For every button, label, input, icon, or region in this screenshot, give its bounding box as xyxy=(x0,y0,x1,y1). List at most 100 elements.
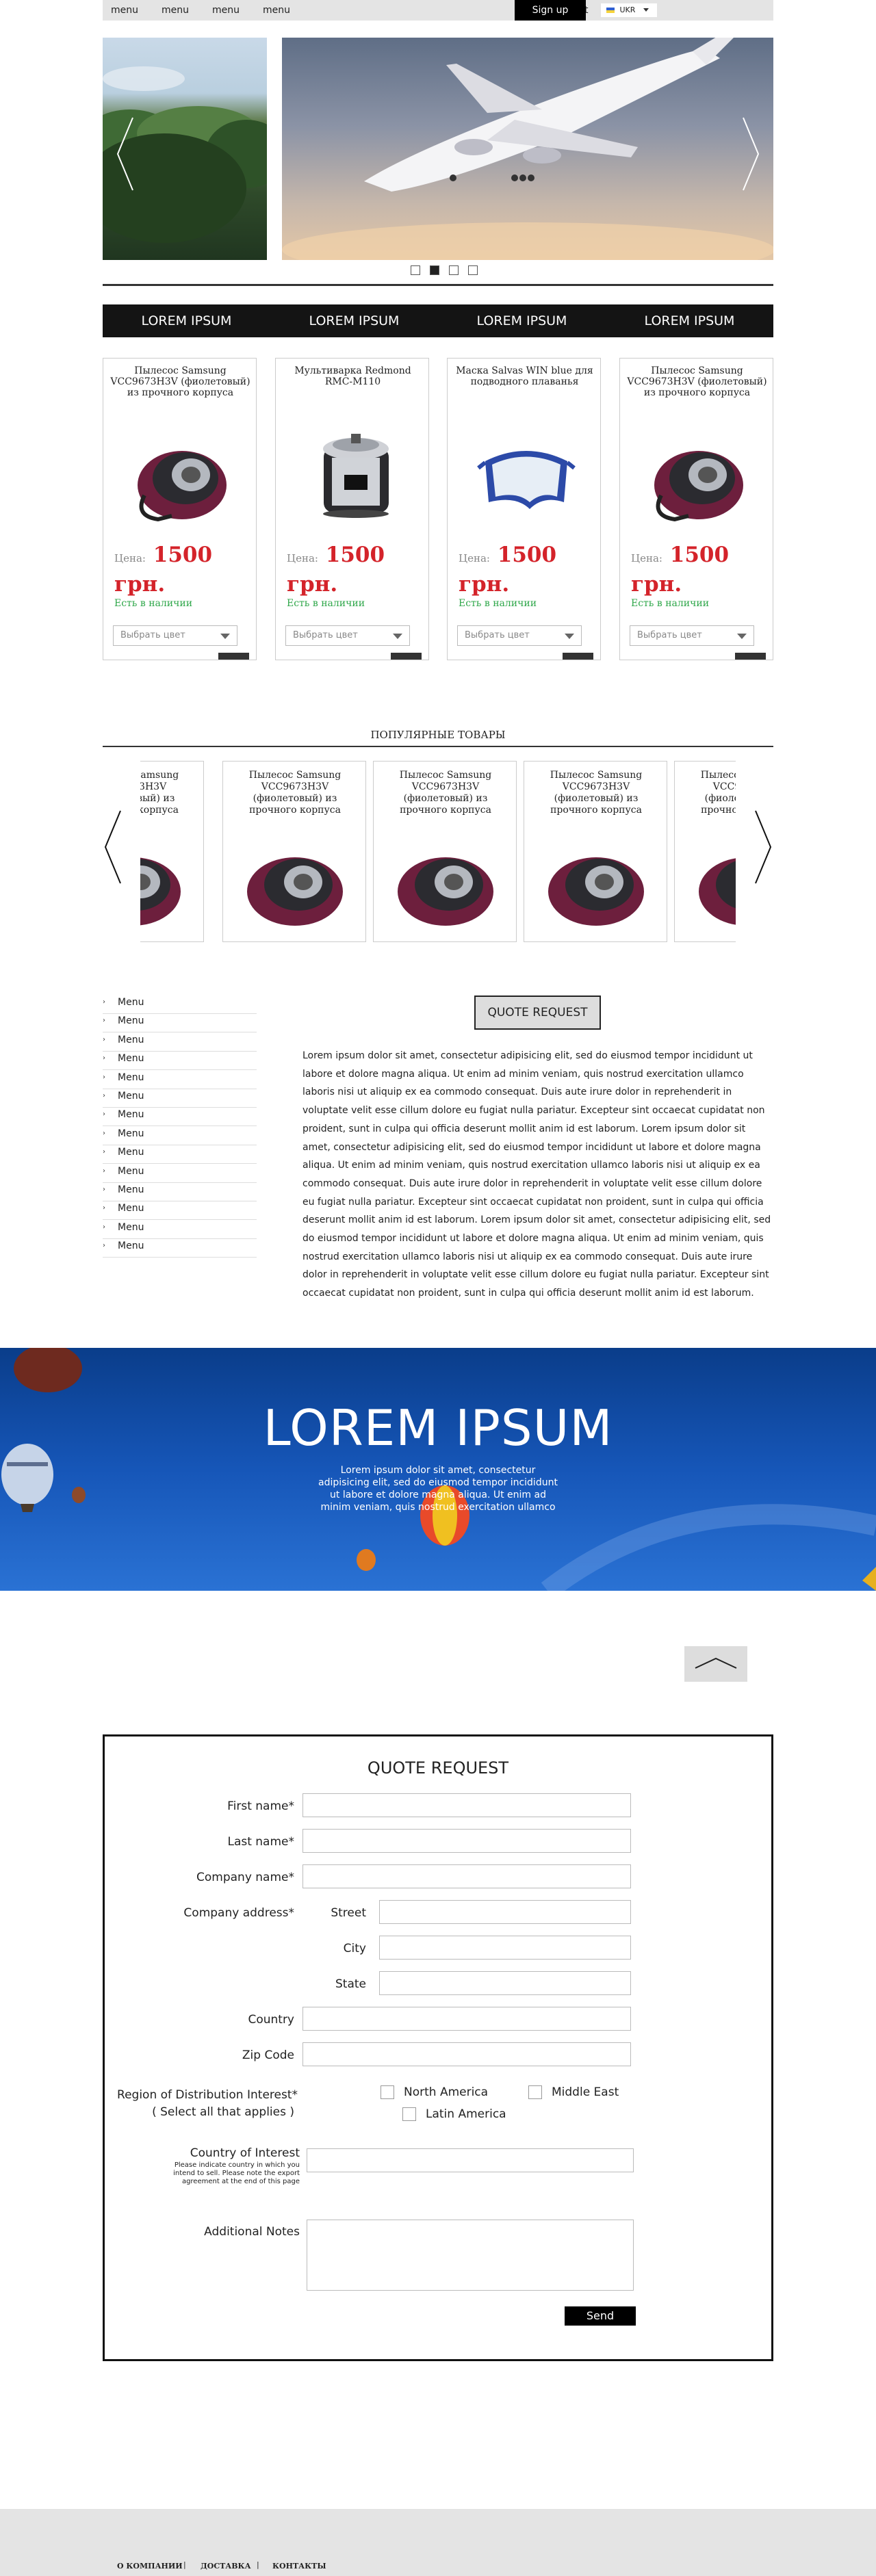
scroll-to-top-button[interactable] xyxy=(684,1646,747,1682)
chevron-down-icon xyxy=(737,634,747,639)
popular-product-name[interactable]: Пылесос Samsung VCC9673H3V (фиолетовый) … xyxy=(381,770,511,816)
sidebar-menu-item[interactable]: › Menu xyxy=(103,1071,257,1089)
price-label: Цена: xyxy=(287,552,318,564)
quote-request-button[interactable]: QUOTE REQUEST xyxy=(474,996,601,1030)
sidebar-menu-label: Menu xyxy=(118,1053,144,1065)
slider-dot-active[interactable] xyxy=(430,265,439,275)
sidebar-menu-label: Menu xyxy=(118,1071,144,1083)
add-to-cart-button[interactable] xyxy=(391,653,422,660)
slider-dot[interactable] xyxy=(411,265,420,275)
send-button[interactable]: Send xyxy=(565,2306,636,2326)
nav-item[interactable]: LOREM IPSUM xyxy=(270,304,438,337)
country-of-interest-input[interactable] xyxy=(307,2148,634,2172)
country-input[interactable] xyxy=(302,2007,631,2031)
sidebar-menu-item[interactable]: › Menu xyxy=(103,1014,257,1033)
language-label: UKR xyxy=(619,5,636,14)
last-name-input[interactable] xyxy=(302,1829,631,1853)
add-to-cart-button[interactable] xyxy=(563,653,593,660)
add-to-cart-button[interactable] xyxy=(218,653,249,660)
slider-dot[interactable] xyxy=(449,265,459,275)
product-price: Цена: 1500 грн. xyxy=(631,542,768,597)
top-menu-item[interactable]: menu xyxy=(212,5,240,16)
sidebar-menu-item[interactable]: › Menu xyxy=(103,996,257,1014)
sidebar-menu-item[interactable]: › Menu xyxy=(103,1127,257,1145)
top-menu-item[interactable]: menu xyxy=(162,5,189,16)
product-name[interactable]: Пылесос Samsung VCC9673H3V (фиолетовый) … xyxy=(627,365,767,398)
slider-prev-arrow[interactable] xyxy=(115,116,136,192)
city-input[interactable] xyxy=(379,1936,631,1960)
chevron-down-icon xyxy=(220,634,230,639)
price-value: 1500 xyxy=(153,543,213,567)
slider-dot[interactable] xyxy=(468,265,478,275)
divider xyxy=(103,284,773,286)
product-name[interactable]: Пылесос Samsung VCC9673H3V (фиолетовый) … xyxy=(110,365,250,398)
price-label: Цена: xyxy=(114,552,146,564)
street-input[interactable] xyxy=(379,1900,631,1924)
footer-link-about[interactable]: О КОМПАНИИ xyxy=(117,2562,183,2571)
color-select[interactable]: Выбрать цвет xyxy=(630,625,754,646)
vacuum-cleaner-image xyxy=(398,857,493,926)
popular-product-name[interactable]: Пылесос Samsung VCC9673H3V (фиолетовый) … xyxy=(682,770,736,816)
country-of-interest-label: Country of Interest xyxy=(190,2146,300,2160)
product-card[interactable]: Пылесос Samsung VCC9673H3V (фиолетовый) … xyxy=(103,358,257,660)
sidebar-menu-item[interactable]: › Menu xyxy=(103,1052,257,1071)
product-name[interactable]: Маска Salvas WIN blue для подводного пла… xyxy=(454,365,595,387)
sidebar-menu-item[interactable]: › Menu xyxy=(103,1108,257,1127)
sidebar-menu-label: Menu xyxy=(118,1203,144,1214)
top-menu-item[interactable]: menu xyxy=(263,5,290,16)
popular-product-name[interactable]: Пылесос Samsung VCC9673H3V (фиолетовый) … xyxy=(230,770,360,816)
sidebar-menu-label: Menu xyxy=(118,997,144,1008)
sidebar-menu-item[interactable]: › Menu xyxy=(103,1183,257,1201)
state-input[interactable] xyxy=(379,1971,631,1995)
sidebar-menu-item[interactable]: › Menu xyxy=(103,1201,257,1221)
vacuum-cleaner-image xyxy=(247,857,343,926)
north-america-checkbox[interactable] xyxy=(381,2085,394,2099)
popular-card[interactable]: Пылесос Samsung VCC9673H3V (фиолетовый) … xyxy=(140,761,204,942)
sidebar-menu-item[interactable]: › Menu xyxy=(103,1165,257,1183)
product-name[interactable]: Мультиварка Redmond RMC-M110 xyxy=(283,365,423,387)
popular-product-name[interactable]: Пылесос Samsung VCC9673H3V (фиолетовый) … xyxy=(140,770,198,816)
color-select[interactable]: Выбрать цвет xyxy=(285,625,410,646)
first-name-input[interactable] xyxy=(302,1793,631,1817)
latin-america-checkbox[interactable] xyxy=(402,2107,416,2121)
popular-product-name[interactable]: Пылесос Samsung VCC9673H3V (фиолетовый) … xyxy=(531,770,661,816)
sidebar-menu-item[interactable]: › Menu xyxy=(103,1239,257,1258)
popular-card[interactable]: Пылесос Samsung VCC9673H3V (фиолетовый) … xyxy=(674,761,736,942)
top-menu-item[interactable]: menu xyxy=(111,5,138,16)
add-to-cart-button[interactable] xyxy=(735,653,766,660)
footer-separator: | xyxy=(183,2560,186,2569)
carousel-next-arrow[interactable] xyxy=(753,809,773,885)
sidebar-menu-item[interactable]: › Menu xyxy=(103,1089,257,1108)
sidebar-menu-item[interactable]: › Menu xyxy=(103,1145,257,1165)
nav-item[interactable]: LOREM IPSUM xyxy=(438,304,606,337)
color-select[interactable]: Выбрать цвет xyxy=(457,625,582,646)
product-card[interactable]: Мультиварка Redmond RMC-M110 Цена: 1500 г… xyxy=(275,358,429,660)
sidebar-menu-item[interactable]: › Menu xyxy=(103,1221,257,1239)
language-select[interactable]: UKR xyxy=(601,3,657,17)
additional-notes-textarea[interactable] xyxy=(307,2220,634,2291)
last-name-label: Last name* xyxy=(227,1835,294,1849)
zip-code-input[interactable] xyxy=(302,2042,631,2066)
company-name-input[interactable] xyxy=(302,1864,631,1888)
footer-link-delivery[interactable]: ДОСТАВКА xyxy=(201,2562,251,2571)
multicooker-image xyxy=(323,434,389,518)
chevron-down-icon xyxy=(565,634,574,639)
popular-card[interactable]: Пылесос Samsung VCC9673H3V (фиолетовый) … xyxy=(373,761,517,942)
nav-item[interactable]: LOREM IPSUM xyxy=(606,304,773,337)
product-card[interactable]: Пылесос Samsung VCC9673H3V (фиолетовый) … xyxy=(619,358,773,660)
color-select[interactable]: Выбрать цвет xyxy=(113,625,237,646)
footer-link-contacts[interactable]: КОНТАКТЫ xyxy=(272,2562,326,2571)
price-label: Цена: xyxy=(631,552,662,564)
carousel-prev-arrow[interactable] xyxy=(103,809,123,885)
sidebar-menu-item[interactable]: › Menu xyxy=(103,1033,257,1052)
chevron-right-icon: › xyxy=(103,1054,105,1063)
popular-title: ПОПУЛЯРНЫЕ ТОВАРЫ xyxy=(370,729,506,741)
signup-button[interactable]: Sign up xyxy=(515,0,586,21)
nav-item[interactable]: LOREM IPSUM xyxy=(103,304,270,337)
middle-east-checkbox[interactable] xyxy=(528,2085,542,2099)
sidebar-menu-label: Menu xyxy=(118,1015,144,1027)
product-card[interactable]: Маска Salvas WIN blue для подводного пла… xyxy=(447,358,601,660)
slider-next-arrow[interactable] xyxy=(740,116,761,192)
popular-card[interactable]: Пылесос Samsung VCC9673H3V (фиолетовый) … xyxy=(524,761,667,942)
popular-card[interactable]: Пылесос Samsung VCC9673H3V (фиолетовый) … xyxy=(222,761,366,942)
